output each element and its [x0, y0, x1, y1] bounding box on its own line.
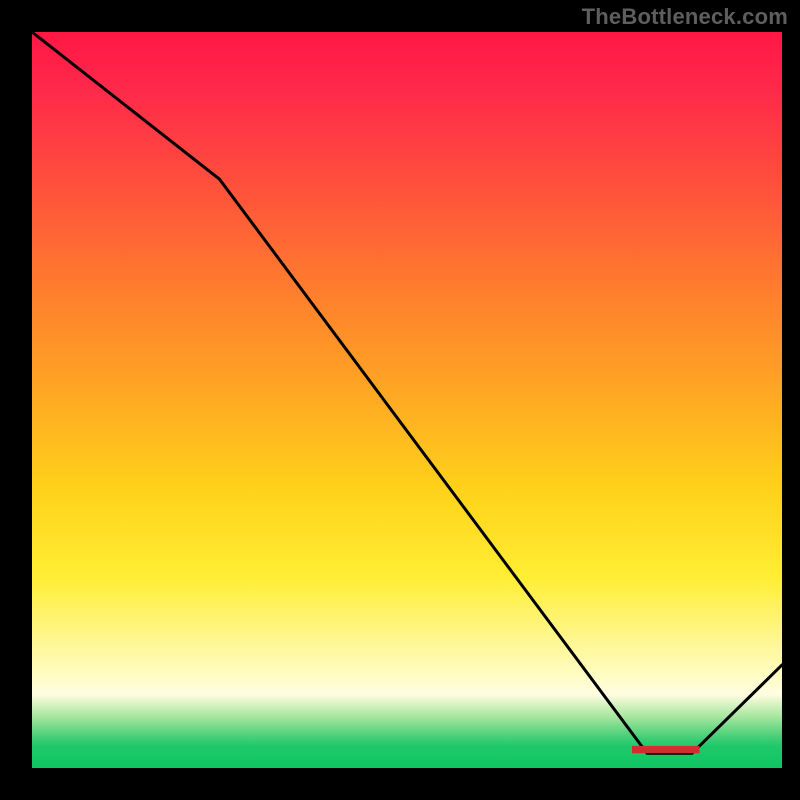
watermark-text: TheBottleneck.com — [582, 4, 788, 30]
chart-frame: TheBottleneck.com — [0, 0, 800, 800]
bottleneck-curve — [32, 32, 782, 753]
line-overlay — [32, 32, 782, 768]
optimal-range-marker — [632, 746, 700, 753]
plot-area — [32, 32, 782, 768]
